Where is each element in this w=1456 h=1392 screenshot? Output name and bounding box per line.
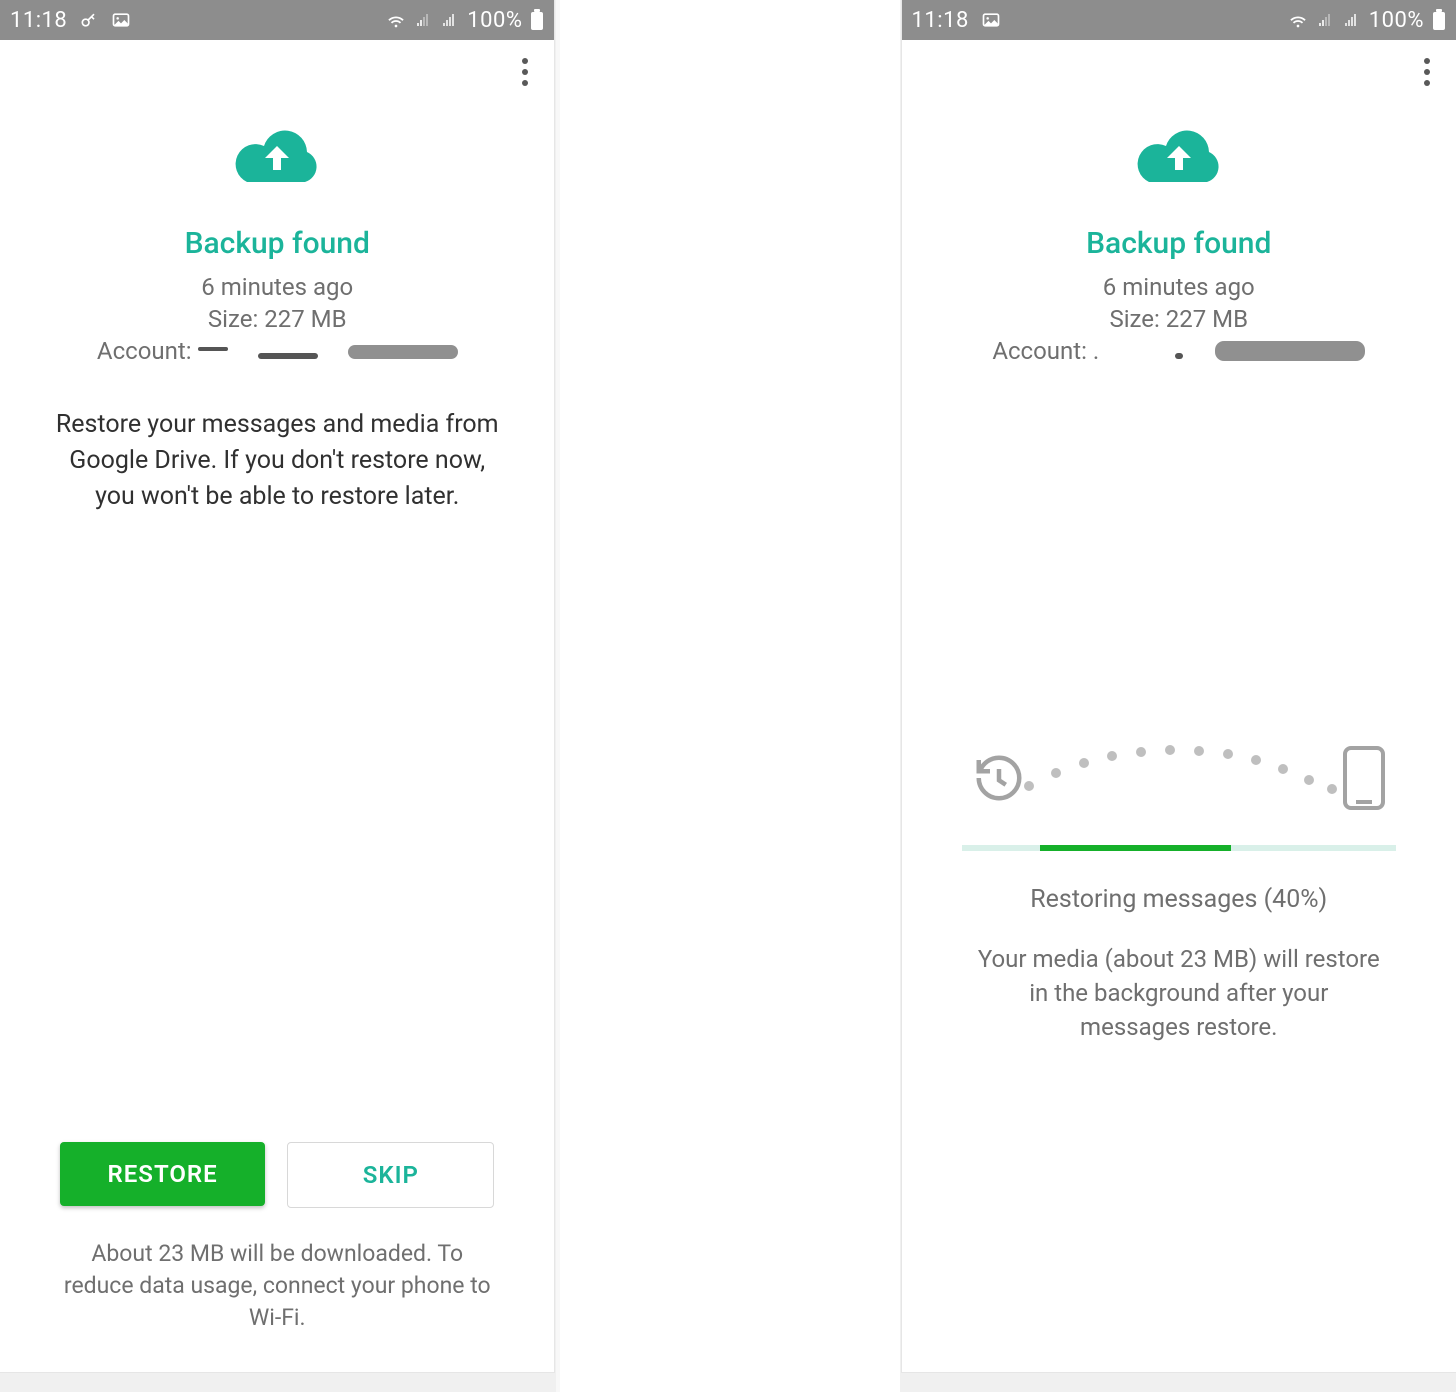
restore-progressbar bbox=[962, 845, 1396, 851]
signal2-icon bbox=[1343, 11, 1361, 29]
statusbar: 11:18 100% bbox=[0, 0, 554, 40]
redacted-text bbox=[1175, 353, 1183, 359]
screen-restoring: 11:18 100% bbox=[902, 0, 1456, 1372]
backup-time: 6 minutes ago bbox=[201, 271, 353, 303]
skip-button[interactable]: SKIP bbox=[287, 1142, 494, 1208]
statusbar: 11:18 100% bbox=[902, 0, 1456, 40]
backup-size: Size: 227 MB bbox=[208, 303, 347, 335]
redacted-text bbox=[348, 345, 458, 359]
redacted-text bbox=[258, 353, 318, 359]
backup-time: 6 minutes ago bbox=[1103, 271, 1255, 303]
cloud-upload-icon bbox=[227, 122, 327, 196]
appbar bbox=[0, 40, 554, 104]
picture-icon bbox=[111, 10, 131, 30]
transfer-dots-icon bbox=[1014, 731, 1344, 801]
overflow-menu-button[interactable] bbox=[1416, 50, 1438, 94]
restore-progress-fill bbox=[1040, 845, 1231, 851]
battery-icon bbox=[530, 9, 544, 31]
battery-text: 100% bbox=[467, 8, 522, 33]
backup-size: Size: 227 MB bbox=[1109, 303, 1248, 335]
battery-icon bbox=[1432, 9, 1446, 31]
signal1-icon bbox=[1317, 11, 1335, 29]
picture-icon bbox=[981, 10, 1001, 30]
restore-substatus: Your media (about 23 MB) will restore in… bbox=[962, 942, 1396, 1044]
signal2-icon bbox=[441, 11, 459, 29]
status-time: 11:18 bbox=[10, 8, 67, 33]
backup-account: Account: . bbox=[962, 337, 1396, 365]
phone-device-icon bbox=[1342, 745, 1386, 815]
backup-account: Account: bbox=[50, 337, 504, 365]
overflow-menu-button[interactable] bbox=[514, 50, 536, 94]
restore-button[interactable]: RESTORE bbox=[60, 1142, 265, 1206]
download-footnote: About 23 MB will be downloaded. To reduc… bbox=[60, 1238, 494, 1334]
signal1-icon bbox=[415, 11, 433, 29]
appbar bbox=[902, 40, 1456, 104]
cloud-upload-icon bbox=[1129, 122, 1229, 196]
restore-status: Restoring messages (40%) bbox=[1030, 885, 1327, 914]
key-icon bbox=[79, 10, 99, 30]
wifi-icon bbox=[1287, 9, 1309, 31]
page-title: Backup found bbox=[1086, 226, 1271, 261]
restore-description: Restore your messages and media from Goo… bbox=[50, 407, 504, 515]
page-title: Backup found bbox=[185, 226, 370, 261]
redacted-text bbox=[1215, 341, 1365, 361]
status-time: 11:18 bbox=[912, 8, 969, 33]
battery-text: 100% bbox=[1369, 8, 1424, 33]
wifi-icon bbox=[385, 9, 407, 31]
redacted-text bbox=[198, 347, 228, 351]
screen-backup-found: 11:18 100% bbox=[0, 0, 554, 1372]
